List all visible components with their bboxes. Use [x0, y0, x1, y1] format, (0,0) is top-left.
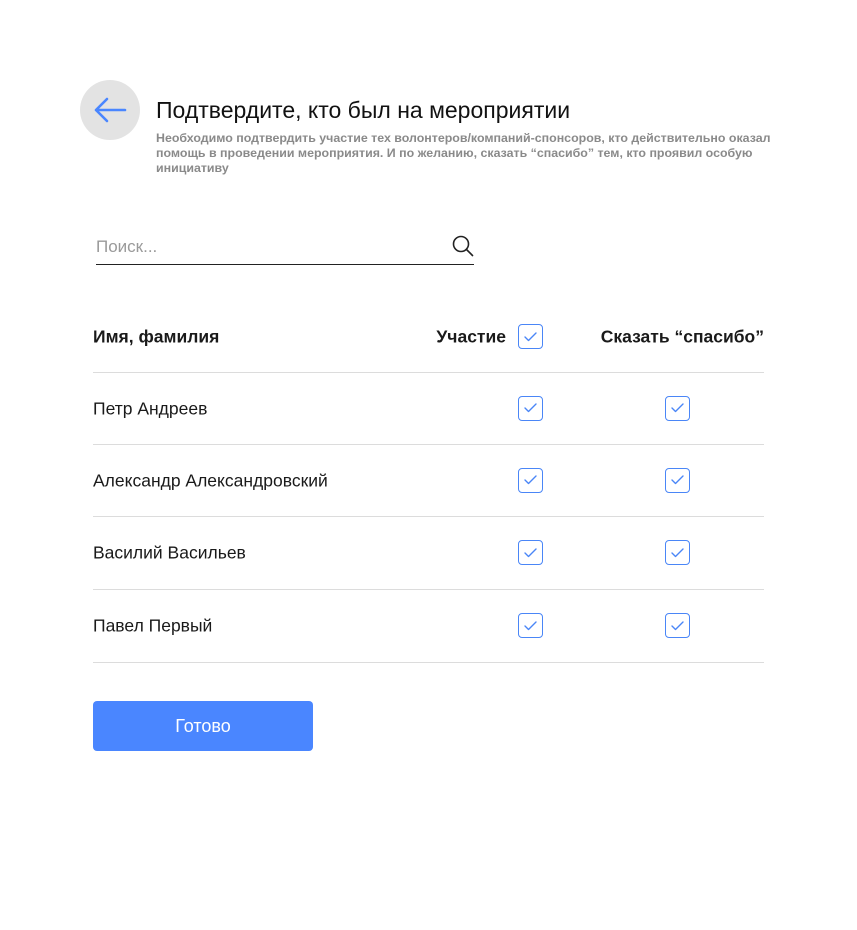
- back-button[interactable]: [80, 80, 140, 140]
- search-icon[interactable]: [452, 235, 474, 257]
- table-row: Александр Александровский: [93, 445, 764, 517]
- select-all-participation-checkbox[interactable]: [518, 324, 543, 349]
- search-bar: [96, 230, 474, 265]
- arrow-left-icon: [94, 97, 127, 123]
- checkmark-icon: [524, 403, 537, 413]
- thanks-checkbox[interactable]: [665, 613, 690, 638]
- thanks-checkbox[interactable]: [665, 395, 690, 421]
- page-title: Подтвердите, кто был на мероприятии: [156, 97, 571, 123]
- table-row: Василий Васильев: [93, 517, 764, 590]
- checkmark-icon: [671, 620, 684, 630]
- table-row: Павел Первый: [93, 590, 764, 663]
- participant-name: Петр Андреев: [93, 398, 208, 418]
- table-header: Имя, фамилия Участие Сказать “спасибо”: [93, 302, 764, 373]
- thanks-checkbox[interactable]: [665, 467, 690, 493]
- checkmark-icon: [524, 620, 537, 630]
- column-header-name: Имя, фамилия: [93, 326, 220, 347]
- column-header-thanks: Сказать “спасибо”: [600, 326, 764, 347]
- checkmark-icon: [671, 475, 684, 485]
- column-header-participation: Участие: [436, 326, 506, 347]
- participation-checkbox[interactable]: [518, 613, 543, 638]
- participation-checkbox[interactable]: [518, 467, 543, 493]
- participant-name: Павел Первый: [93, 615, 213, 636]
- checkmark-icon: [524, 475, 537, 485]
- checkmark-icon: [524, 547, 537, 557]
- participation-checkbox[interactable]: [518, 395, 543, 421]
- participant-name: Александр Александровский: [93, 470, 328, 490]
- participation-checkbox[interactable]: [518, 540, 543, 565]
- participant-name: Василий Васильев: [93, 542, 246, 563]
- checkmark-icon: [671, 403, 684, 413]
- thanks-checkbox[interactable]: [665, 540, 690, 565]
- checkmark-icon: [671, 547, 684, 557]
- checkmark-icon: [524, 331, 537, 341]
- table-row: Петр Андреев: [93, 373, 764, 445]
- page-subtitle: Необходимо подтвердить участие тех волон…: [156, 131, 771, 175]
- done-button[interactable]: Готово: [93, 701, 313, 751]
- participants-table: Имя, фамилия Участие Сказать “спасибо” П…: [93, 302, 764, 663]
- search-input[interactable]: [96, 234, 436, 260]
